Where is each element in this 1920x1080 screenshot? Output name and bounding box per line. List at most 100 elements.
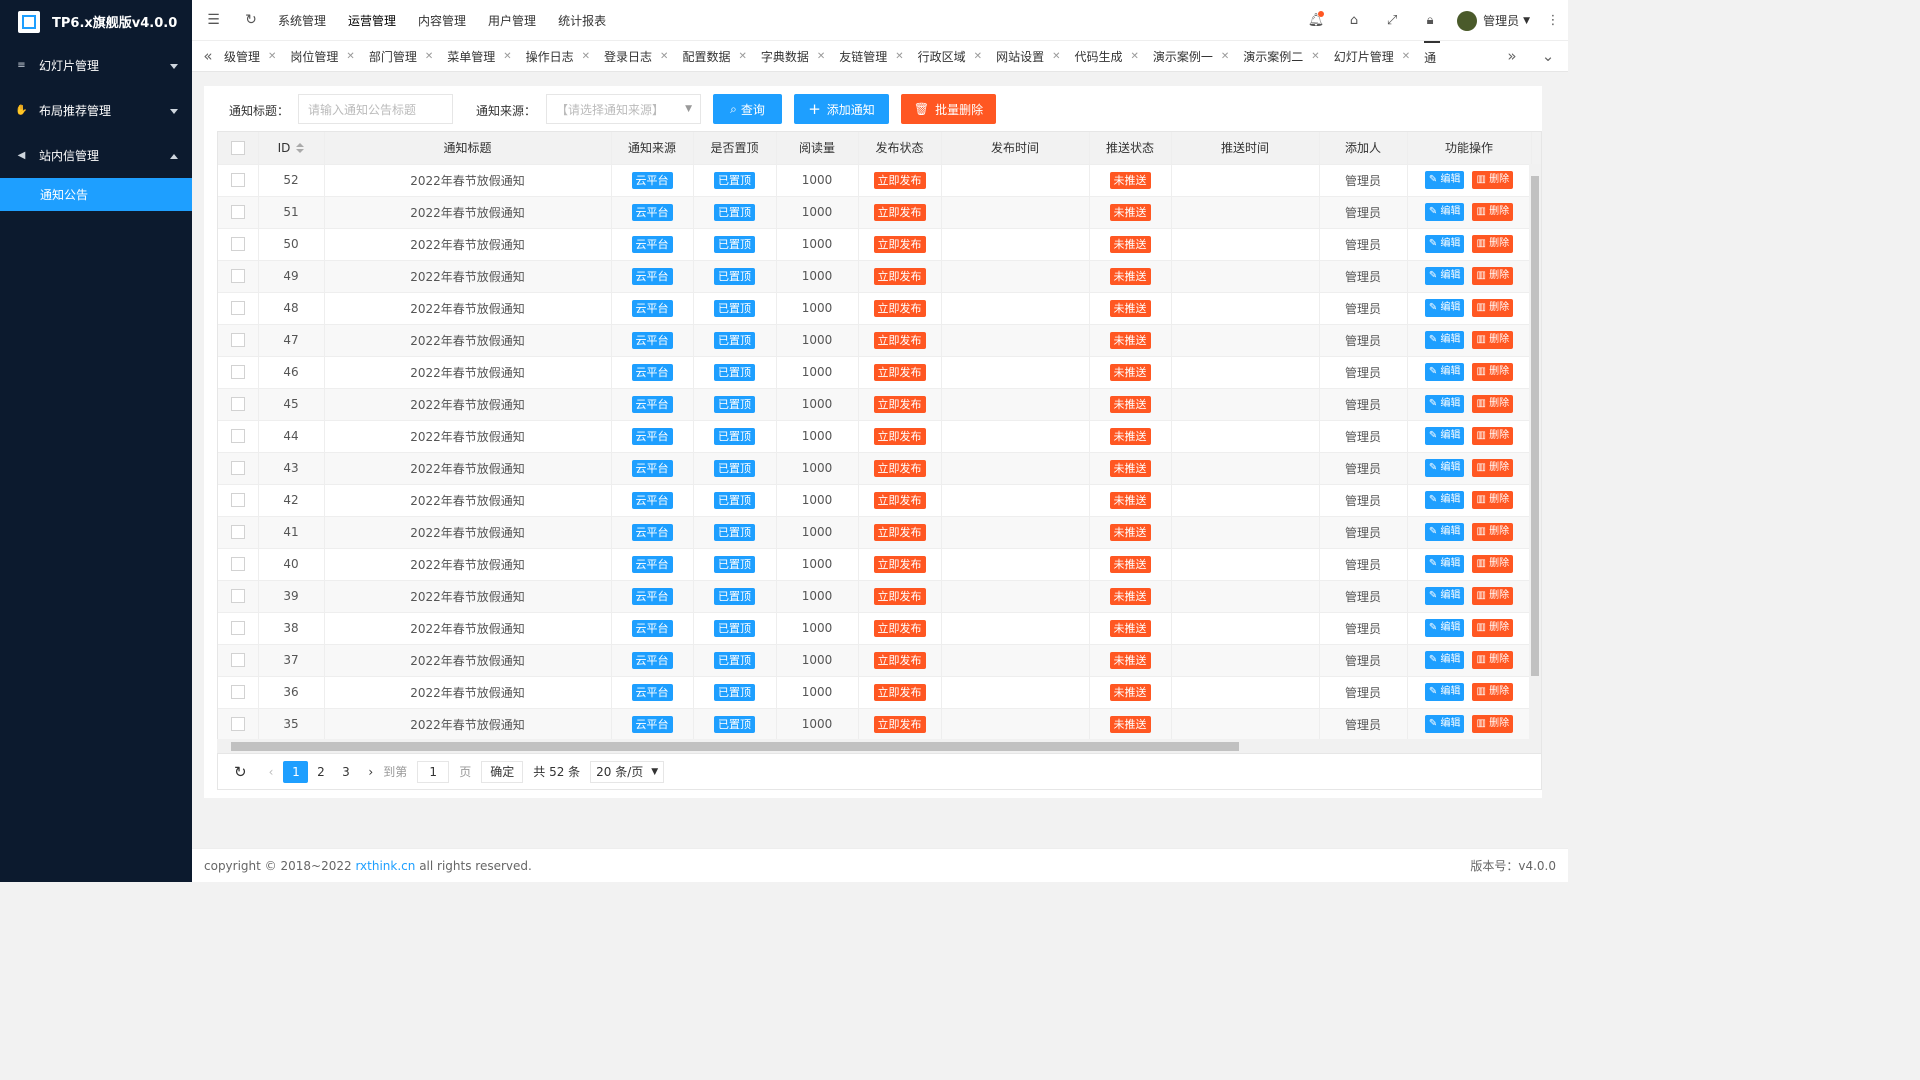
delete-button[interactable]: ▥ 删除 (1472, 427, 1514, 445)
delete-button[interactable]: ▥ 删除 (1472, 715, 1514, 733)
edit-button[interactable]: ✎ 编辑 (1424, 363, 1465, 381)
add-notice-button[interactable]: + 添加通知 (794, 94, 889, 124)
vertical-scrollbar[interactable] (1529, 164, 1541, 753)
page-size-select[interactable]: 20 条/页 ▼ (590, 760, 665, 783)
delete-button[interactable]: ▥ 删除 (1472, 459, 1514, 477)
site-link[interactable]: rxthink.cn (355, 859, 415, 873)
tab-item[interactable]: 代码生成 ✕ (1074, 41, 1142, 71)
row-checkbox[interactable] (230, 589, 245, 604)
horizontal-scrollbar[interactable] (217, 739, 1530, 753)
tab-item[interactable]: 网站设置 ✕ (996, 41, 1064, 71)
edit-button[interactable]: ✎ 编辑 (1424, 299, 1465, 317)
batch-delete-button[interactable]: 🗑︎ 批量删除 (901, 94, 996, 124)
sidebar-item-messages[interactable]: ◀ 站内信管理 (0, 133, 192, 178)
nav-users[interactable]: 用户管理 (477, 0, 547, 41)
row-checkbox[interactable] (230, 557, 245, 572)
close-icon[interactable]: ✕ (738, 51, 746, 62)
edit-button[interactable]: ✎ 编辑 (1424, 427, 1465, 445)
nav-operations[interactable]: 运营管理 (337, 0, 407, 41)
row-checkbox-cell[interactable] (218, 292, 259, 325)
source-select[interactable]: 【请选择通知来源】 ▼ (546, 94, 701, 124)
goto-page-input[interactable]: 1 (417, 760, 450, 783)
tab-item[interactable]: 幻灯片管理 ✕ (1334, 41, 1414, 71)
menu-toggle-icon[interactable]: ☰ (192, 0, 235, 41)
logo[interactable]: TP6.x旗舰版v4.0.0 (0, 0, 192, 43)
edit-button[interactable]: ✎ 编辑 (1424, 491, 1465, 509)
close-icon[interactable]: ✕ (268, 51, 276, 62)
row-checkbox[interactable] (230, 333, 245, 348)
close-icon[interactable]: ✕ (895, 51, 903, 62)
row-checkbox[interactable] (230, 717, 245, 732)
tab-item[interactable]: 部门管理 ✕ (369, 41, 437, 71)
tab-item[interactable]: 岗位管理 ✕ (290, 41, 358, 71)
more-vertical-icon[interactable]: ⋮ (1538, 0, 1568, 41)
row-checkbox[interactable] (230, 205, 245, 220)
row-checkbox-cell[interactable] (218, 356, 259, 389)
close-icon[interactable]: ✕ (582, 51, 590, 62)
delete-button[interactable]: ▥ 删除 (1472, 331, 1514, 349)
close-icon[interactable]: ✕ (503, 51, 511, 62)
page-2[interactable]: 2 (308, 761, 333, 783)
row-checkbox[interactable] (230, 493, 245, 508)
row-checkbox[interactable] (230, 461, 245, 476)
sort-icon[interactable] (296, 142, 305, 153)
tab-item[interactable]: 友链管理 ✕ (839, 41, 907, 71)
delete-button[interactable]: ▥ 删除 (1472, 683, 1514, 701)
delete-button[interactable]: ▥ 删除 (1472, 171, 1514, 189)
delete-button[interactable]: ▥ 删除 (1472, 555, 1514, 573)
row-checkbox-cell[interactable] (218, 388, 259, 421)
bell-icon[interactable]: 🔔︎ (1297, 0, 1335, 41)
edit-button[interactable]: ✎ 编辑 (1424, 331, 1465, 349)
row-checkbox-cell[interactable] (218, 708, 259, 741)
page-3[interactable]: 3 (333, 761, 358, 783)
close-icon[interactable]: ✕ (1221, 51, 1229, 62)
page-1[interactable]: 1 (283, 760, 309, 783)
nav-system[interactable]: 系统管理 (267, 0, 337, 41)
scroll-thumb[interactable] (1531, 176, 1539, 676)
delete-button[interactable]: ▥ 删除 (1472, 619, 1514, 637)
edit-button[interactable]: ✎ 编辑 (1424, 651, 1465, 669)
close-icon[interactable]: ✕ (1311, 51, 1319, 62)
next-page-icon[interactable]: › (368, 765, 373, 779)
row-checkbox[interactable] (230, 429, 245, 444)
sidebar-item-slides[interactable]: ≡ 幻灯片管理 (0, 43, 192, 88)
row-checkbox[interactable] (230, 653, 245, 668)
refresh-icon[interactable]: ↻ (234, 763, 247, 781)
delete-button[interactable]: ▥ 删除 (1472, 587, 1514, 605)
close-icon[interactable]: ✕ (346, 51, 354, 62)
row-checkbox[interactable] (230, 685, 245, 700)
delete-button[interactable]: ▥ 删除 (1472, 491, 1514, 509)
edit-button[interactable]: ✎ 编辑 (1424, 523, 1465, 541)
edit-button[interactable]: ✎ 编辑 (1424, 587, 1465, 605)
tab-item-active[interactable]: 通 (1424, 41, 1441, 71)
edit-button[interactable]: ✎ 编辑 (1424, 235, 1465, 253)
tab-item[interactable]: 演示案例二 ✕ (1243, 41, 1323, 71)
select-all-checkbox[interactable] (230, 141, 245, 155)
tab-item[interactable]: 演示案例一 ✕ (1153, 41, 1233, 71)
tab-item[interactable]: 配置数据 ✕ (682, 41, 750, 71)
sidebar-subitem-notice[interactable]: 通知公告 (0, 178, 192, 211)
row-checkbox[interactable] (230, 397, 245, 412)
header-id[interactable]: ID (258, 132, 325, 165)
nav-reports[interactable]: 统计报表 (547, 0, 617, 41)
tag-icon[interactable]: ⌂ (1335, 0, 1373, 41)
row-checkbox-cell[interactable] (218, 484, 259, 517)
row-checkbox-cell[interactable] (218, 612, 259, 645)
edit-button[interactable]: ✎ 编辑 (1424, 715, 1465, 733)
tab-item[interactable]: 菜单管理 ✕ (447, 41, 515, 71)
close-icon[interactable]: ✕ (1402, 51, 1410, 62)
tabs-next-icon[interactable]: » (1496, 41, 1528, 71)
edit-button[interactable]: ✎ 编辑 (1424, 203, 1465, 221)
close-icon[interactable]: ✕ (1130, 51, 1138, 62)
close-icon[interactable]: ✕ (425, 51, 433, 62)
row-checkbox-cell[interactable] (218, 324, 259, 357)
lock-icon[interactable]: 🔒︎ (1411, 0, 1449, 41)
delete-button[interactable]: ▥ 删除 (1472, 395, 1514, 413)
edit-button[interactable]: ✎ 编辑 (1424, 395, 1465, 413)
edit-button[interactable]: ✎ 编辑 (1424, 459, 1465, 477)
delete-button[interactable]: ▥ 删除 (1472, 299, 1514, 317)
row-checkbox-cell[interactable] (218, 548, 259, 581)
tab-item[interactable]: 级管理 ✕ (224, 41, 280, 71)
edit-button[interactable]: ✎ 编辑 (1424, 171, 1465, 189)
tabs-menu-chevron-icon[interactable]: ⌄ (1528, 41, 1568, 71)
